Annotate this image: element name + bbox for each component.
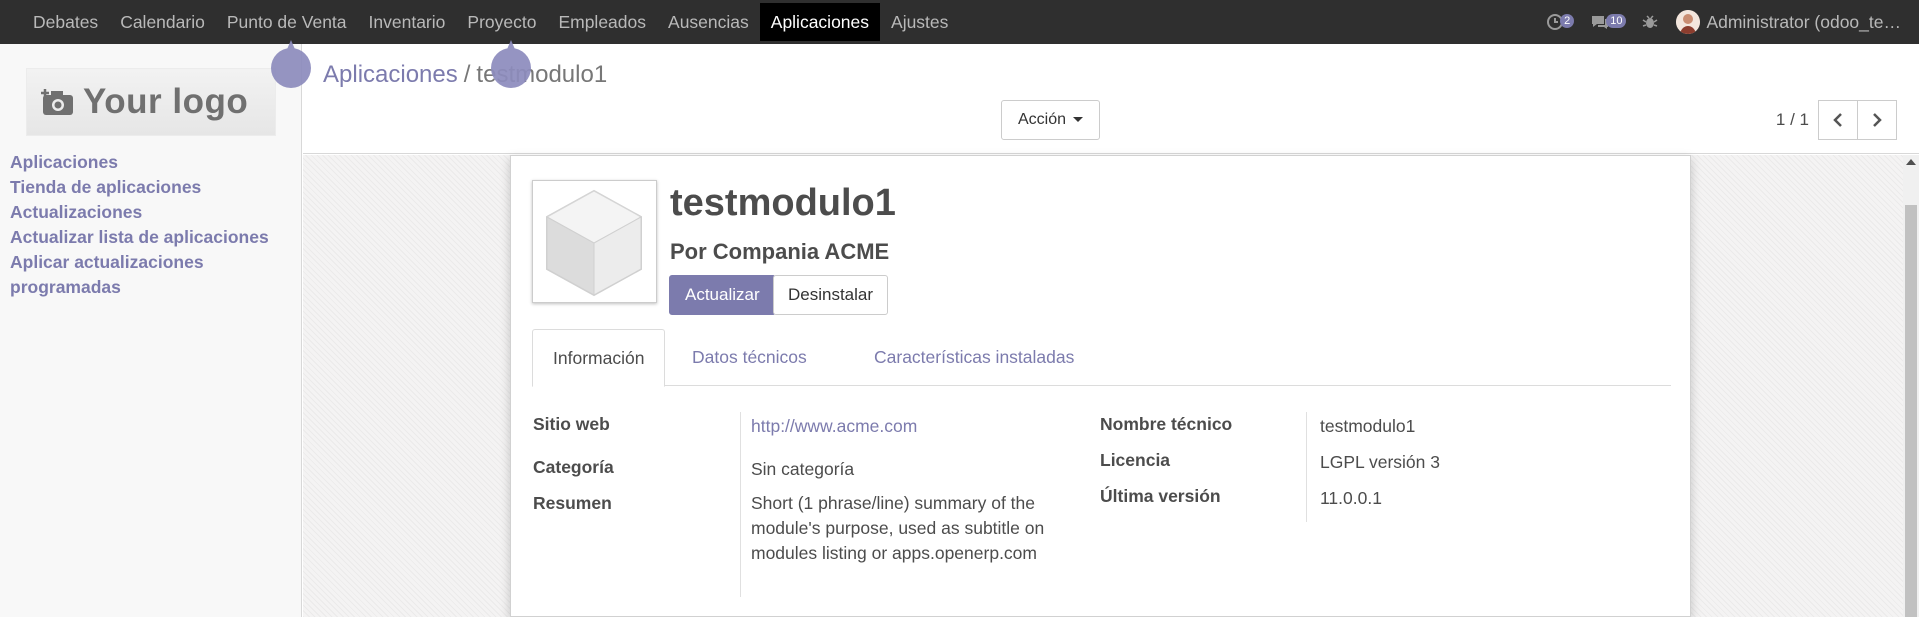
cube-icon: [545, 189, 643, 297]
tab-datos-tecnicos[interactable]: Datos técnicos: [672, 329, 827, 386]
breadcrumb-separator: /: [463, 61, 471, 88]
caret-down-icon: [1073, 117, 1084, 123]
user-name: Administrator (odoo_te…: [1706, 11, 1901, 32]
license-label: Licencia: [1100, 450, 1171, 470]
pointer-marker: [491, 48, 531, 88]
latest-version-label: Última versión: [1100, 486, 1221, 506]
module-icon-image: [532, 180, 657, 303]
pointer-marker: [271, 48, 311, 88]
control-panel: Aplicaciones / testmodulo1 Acción 1 / 1: [303, 44, 1919, 154]
activity-menu[interactable]: 2: [1546, 13, 1575, 31]
company-logo[interactable]: Your logo: [26, 68, 276, 136]
technical-name-label: Nombre técnico: [1100, 414, 1233, 434]
module-title: testmodulo1: [670, 182, 896, 224]
website-label: Sitio web: [533, 414, 610, 434]
user-menu[interactable]: Administrator (odoo_te…: [1676, 10, 1901, 34]
debug-menu[interactable]: [1642, 14, 1658, 30]
app-menu: Aplicaciones Tienda de aplicaciones Actu…: [10, 150, 269, 300]
tab-caracteristicas-instaladas[interactable]: Características instaladas: [854, 329, 1094, 386]
module-author: Por Compania ACME: [670, 239, 890, 264]
message-badge: 10: [1606, 14, 1627, 28]
menu-item-aplicaciones[interactable]: Aplicaciones: [759, 3, 881, 41]
field-divider: [740, 412, 741, 597]
avatar: [1676, 10, 1701, 34]
action-label: Acción: [1018, 111, 1067, 128]
pager-previous-button[interactable]: [1818, 100, 1858, 140]
tab-informacion[interactable]: Información: [532, 329, 666, 387]
sidebar-item-aplicar-actualizaciones[interactable]: Aplicar actualizaciones programadas: [10, 250, 250, 300]
field-divider: [1306, 412, 1307, 522]
sidebar-item-actualizar-lista[interactable]: Actualizar lista de aplicaciones: [10, 225, 269, 250]
systray: 2 10 Administrator (odoo_te…: [1530, 0, 1919, 44]
bug-icon: [1643, 15, 1658, 28]
pager-next-button[interactable]: [1857, 100, 1897, 140]
uninstall-button[interactable]: Desinstalar: [773, 275, 889, 315]
menu-item-calendario[interactable]: Calendario: [109, 0, 216, 44]
app-sidebar: Your logo Aplicaciones Tienda de aplicac…: [0, 44, 302, 617]
chevron-right-icon: [1873, 113, 1882, 127]
activity-badge: 2: [1560, 14, 1575, 28]
summary-label: Resumen: [533, 493, 612, 513]
top-navbar: Debates Calendario Punto de Venta Invent…: [0, 0, 1919, 44]
menu-item-debates[interactable]: Debates: [22, 0, 109, 44]
license-value: LGPL versión 3: [1320, 452, 1440, 472]
notebook-tabs: Información Datos técnicos Característic…: [532, 329, 1671, 387]
menu-item-ajustes[interactable]: Ajustes: [880, 0, 959, 44]
category-value: Sin categoría: [751, 459, 855, 479]
update-button[interactable]: Actualizar: [669, 275, 776, 315]
latest-version-value: 11.0.0.1: [1320, 488, 1382, 508]
logo-text: Your logo: [83, 82, 249, 121]
menu-item-inventario[interactable]: Inventario: [358, 0, 457, 44]
technical-name-value: testmodulo1: [1320, 416, 1416, 436]
breadcrumb: Aplicaciones / testmodulo1: [323, 61, 607, 89]
scroll-up-arrow-icon[interactable]: [1906, 159, 1916, 165]
menu-item-proyecto[interactable]: Proyecto: [456, 0, 547, 44]
action-dropdown-button[interactable]: Acción: [1001, 100, 1101, 140]
menu-item-empleados[interactable]: Empleados: [547, 0, 657, 44]
pager-value[interactable]: 1 / 1: [1776, 110, 1809, 130]
summary-value: Short (1 phrase/line) summary of the mod…: [751, 493, 1045, 563]
website-link[interactable]: http://www.acme.com: [751, 414, 917, 439]
sidebar-item-aplicaciones[interactable]: Aplicaciones: [10, 150, 269, 175]
menu-item-ausencias[interactable]: Ausencias: [657, 0, 760, 44]
messaging-menu[interactable]: 10: [1590, 14, 1627, 30]
scrollbar-thumb[interactable]: [1905, 205, 1917, 617]
chevron-left-icon: [1833, 113, 1842, 127]
menu-item-punto-de-venta[interactable]: Punto de Venta: [216, 0, 358, 44]
camera-icon: [41, 89, 73, 115]
main-menu: Debates Calendario Punto de Venta Invent…: [0, 0, 959, 44]
scrollbar[interactable]: [1903, 155, 1919, 617]
breadcrumb-parent[interactable]: Aplicaciones: [323, 61, 458, 88]
category-label: Categoría: [533, 457, 614, 477]
sidebar-item-actualizaciones[interactable]: Actualizaciones: [10, 200, 269, 225]
pager: 1 / 1: [1776, 100, 1897, 140]
form-sheet: testmodulo1 Por Compania ACME Actualizar…: [510, 155, 1691, 617]
sidebar-item-tienda[interactable]: Tienda de aplicaciones: [10, 175, 269, 200]
